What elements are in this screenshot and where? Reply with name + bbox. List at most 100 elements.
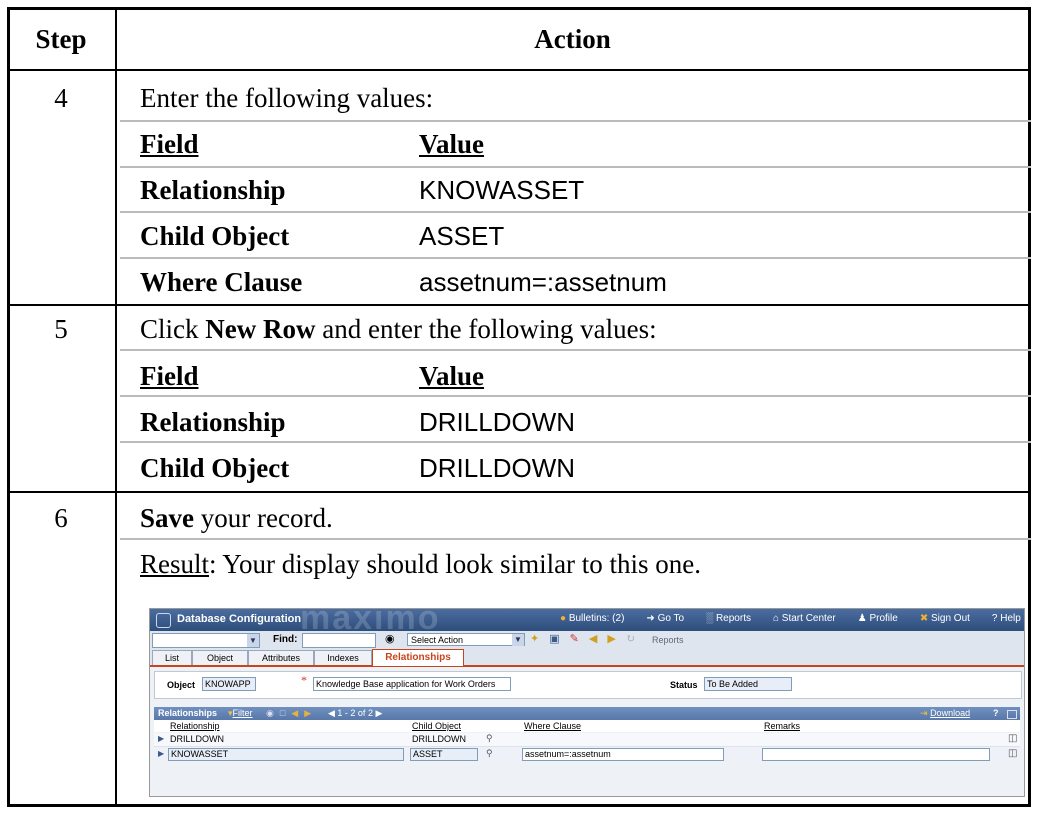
expand-icon[interactable]: ▶	[158, 749, 164, 758]
divider	[120, 349, 1031, 351]
object-label: Object	[167, 680, 196, 690]
field-header: Field	[140, 361, 199, 391]
border-step5	[7, 491, 1031, 493]
column-header[interactable]: Remarks	[764, 721, 800, 731]
find-input[interactable]	[302, 633, 376, 648]
expand-icon[interactable]: ▶	[158, 734, 164, 743]
border-col	[115, 7, 117, 807]
previous-icon[interactable]: ◀	[589, 632, 597, 645]
bulletins-link[interactable]: ● Bulletins: (2)	[560, 613, 624, 624]
column-header[interactable]: Child Object	[412, 721, 461, 731]
section-title: Relationships	[158, 708, 218, 718]
app-title: Database Configuration	[177, 613, 302, 625]
divider	[120, 120, 1031, 122]
column-header[interactable]: Where Clause	[524, 721, 581, 731]
app-icon	[156, 613, 171, 628]
border-step4	[7, 304, 1031, 306]
field-name: Where Clause	[140, 267, 303, 297]
field-value: assetnum=:assetnum	[419, 267, 667, 297]
step-intro: Enter the following values:	[140, 83, 434, 113]
divider	[120, 166, 1031, 168]
result-text: Result: Your display should look similar…	[140, 549, 702, 579]
bulletin-icon: ●	[560, 613, 567, 624]
tab-relationships[interactable]: Relationships	[372, 649, 464, 666]
download-link[interactable]: ⇥ Download	[920, 708, 970, 719]
paging-text: ◀ 1 - 2 of 2 ▶	[328, 708, 383, 718]
step-number: 5	[54, 314, 68, 344]
field-value: DRILLDOWN	[419, 407, 576, 437]
maximo-screenshot: maximo Database Configuration ● Bulletin…	[149, 608, 1025, 797]
relationship-cell: DRILLDOWN	[170, 734, 225, 744]
step-intro: Click New Row and enter the following va…	[140, 314, 657, 344]
section-tools: ◉ □ ◀ ▶	[266, 708, 311, 719]
select-action-dropdown[interactable]: Select Action ▼	[407, 633, 525, 646]
next-icon[interactable]: ▶	[304, 708, 311, 719]
border-right	[1028, 7, 1031, 807]
start-center-link[interactable]: ⌂ Start Center	[773, 613, 836, 624]
chevron-down-icon: ▼	[512, 634, 524, 646]
child-object-field[interactable]: ASSET	[410, 748, 478, 761]
chevron-down-icon: ▼	[247, 634, 259, 647]
remarks-field[interactable]	[762, 748, 990, 761]
download-icon: ⇥	[920, 708, 928, 718]
delete-icon[interactable]: ◫	[1008, 748, 1017, 759]
field-name: Relationship	[140, 407, 286, 437]
description-field[interactable]: Knowledge Base application for Work Orde…	[313, 677, 511, 691]
field-name: Relationship	[140, 175, 286, 205]
find-label: Find:	[273, 634, 298, 645]
table-row[interactable]	[154, 733, 1020, 747]
field-header: Field	[140, 129, 199, 159]
column-header[interactable]: Relationship	[170, 721, 220, 731]
field-value: KNOWASSET	[419, 175, 585, 205]
clear-icon[interactable]: ✎	[570, 632, 579, 645]
sign-out-link[interactable]: ✖ Sign Out	[920, 613, 970, 624]
where-clause-field[interactable]: assetnum=:assetnum	[522, 748, 724, 761]
header-step: Step	[35, 23, 87, 54]
filter-link[interactable]: ▾Filter	[228, 708, 253, 719]
help-icon[interactable]: ?	[993, 708, 999, 718]
status-label: Status	[670, 680, 698, 690]
delete-icon[interactable]: ◫	[1008, 733, 1017, 744]
workflow-icon[interactable]: ↻	[626, 632, 635, 645]
goto-link[interactable]: ➜ Go To	[646, 613, 684, 624]
divider	[120, 538, 1031, 540]
border-bottom	[7, 804, 1031, 807]
tab-attributes[interactable]: Attributes	[248, 650, 314, 665]
divider	[120, 395, 1031, 397]
query-select[interactable]: ▼	[152, 633, 260, 648]
profile-link[interactable]: ♟ Profile	[858, 613, 898, 624]
relationship-field[interactable]: KNOWASSET	[168, 748, 404, 761]
child-object-cell: DRILLDOWN	[412, 734, 467, 744]
previous-icon[interactable]: ◀	[291, 708, 298, 719]
divider	[120, 441, 1031, 443]
border-left	[7, 7, 10, 807]
lookup-icon[interactable]: ⚲	[486, 733, 493, 744]
header-action: Action	[534, 23, 611, 54]
binoculars-icon[interactable]: ◉	[385, 632, 395, 645]
field-value: DRILLDOWN	[419, 453, 576, 483]
tab-indexes[interactable]: Indexes	[314, 650, 372, 665]
clear-filter-icon[interactable]: □	[280, 708, 285, 719]
lookup-icon[interactable]: ⚲	[486, 748, 493, 759]
help-link[interactable]: ? Help	[992, 613, 1021, 624]
binoculars-icon[interactable]: ◉	[266, 708, 274, 719]
next-icon[interactable]: ▶	[607, 632, 615, 645]
save-icon[interactable]: ▣	[549, 632, 559, 645]
new-record-icon[interactable]: ✦	[530, 632, 539, 645]
field-value: ASSET	[419, 221, 505, 251]
maximize-icon[interactable]	[1007, 710, 1017, 719]
step-number: 6	[54, 503, 68, 533]
reports-toolbar-label[interactable]: Reports	[652, 635, 684, 645]
object-panel	[154, 671, 1022, 699]
tab-object[interactable]: Object	[192, 650, 248, 665]
tab-list[interactable]: List	[152, 650, 192, 665]
field-name: Child Object	[140, 453, 290, 483]
toolbar-icons: ✦ ▣ ✎ ◀ ▶ ↻	[530, 632, 635, 645]
step-number: 4	[54, 83, 68, 113]
object-field[interactable]: KNOWAPP	[202, 677, 256, 691]
status-field: To Be Added	[704, 677, 792, 691]
value-header: Value	[419, 129, 485, 159]
table-header	[154, 720, 1020, 732]
reports-link[interactable]: ░ Reports	[706, 613, 751, 624]
required-marker: *	[301, 673, 307, 687]
